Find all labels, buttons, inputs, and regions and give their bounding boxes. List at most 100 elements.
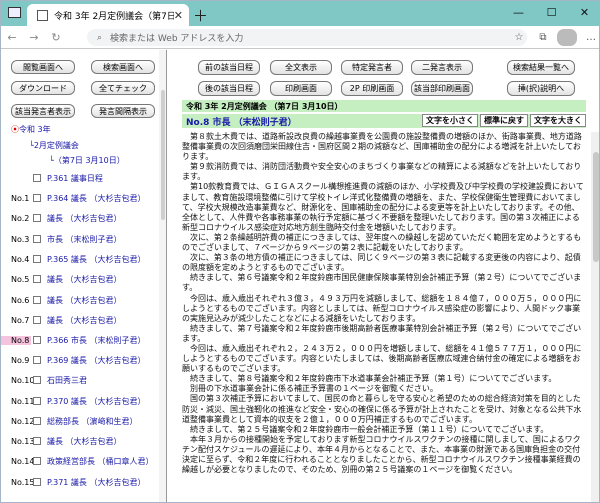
check-all-button[interactable]: 全てチェック: [91, 81, 155, 95]
close-window-icon[interactable]: ✕: [568, 1, 599, 23]
paragraph: 第10款教育費では、ＧＩＧＡスクール構想推進費の減額のほか、小学校費及び中学校費…: [182, 182, 584, 232]
tree-year[interactable]: ⦿ 令和 3年: [11, 124, 51, 135]
new-tab-icon[interactable]: ＋: [193, 5, 208, 26]
next-schedule-button[interactable]: 後の該当日程: [198, 81, 260, 96]
item-checkbox[interactable]: [33, 457, 41, 465]
font-larger-button[interactable]: 文字を大きく: [530, 114, 586, 127]
scroll-thumb[interactable]: [593, 152, 599, 262]
item-checkbox[interactable]: [33, 275, 41, 283]
paragraph: 続きまして、第７号議案令和２年度鈴鹿市後期高齢者医療事業特別会計補正予算（第２号…: [182, 323, 582, 343]
paragraph: 続きまして、第６号議案令和２年度鈴鹿市国民健康保険事業特別会計補正予算（第２号）…: [182, 273, 582, 293]
full-text-button[interactable]: 全文表示: [270, 60, 332, 75]
list-item[interactable]: No.4 P.365 議長 （大杉吉包君）: [1, 249, 166, 269]
collections-icon[interactable]: ⧉: [533, 29, 553, 46]
item-checkbox[interactable]: [33, 336, 41, 344]
forward-icon[interactable]: →: [23, 31, 45, 44]
refresh-icon[interactable]: ↻: [45, 31, 67, 44]
scroll-thumb[interactable]: [161, 90, 165, 220]
item-checkbox[interactable]: [33, 194, 41, 202]
list-item[interactable]: No.11 P.370 議長 （大杉吉包君）: [1, 391, 166, 411]
print-screen-button[interactable]: 印刷画面: [270, 81, 332, 96]
address-placeholder: 検索または Web アドレスを入力: [110, 34, 244, 44]
item-checkbox[interactable]: [33, 316, 41, 324]
minimize-icon[interactable]: —: [502, 1, 535, 23]
item-checkbox[interactable]: [33, 356, 41, 364]
explanation-button[interactable]: 挿(択)説明へ: [507, 81, 575, 96]
back-icon[interactable]: ←: [1, 31, 23, 44]
more-icon[interactable]: …: [581, 29, 599, 46]
tree-session[interactable]: └ 2月定例議会: [29, 140, 79, 151]
main-pane: 前の該当日程 全文表示 特定発言者 二発言表示 検索結果一覧へ 後の該当日程 印…: [168, 50, 599, 502]
paragraph: 続きまして、第２５号議案令和２年度鈴鹿市一般会計補正予算（第１１号）についてでご…: [190, 424, 549, 434]
item-checkbox[interactable]: [33, 397, 41, 405]
maximize-icon[interactable]: ☐: [535, 1, 568, 23]
list-item[interactable]: No.9 P.369 議長 （大杉吉包君）: [1, 350, 166, 370]
tab-strip: 令和 3年 2月定例議会（第7日 3月10日） ✕ ＋ — ☐ ✕: [1, 1, 599, 26]
list-item[interactable]: No.7 議長 （大杉吉包君）: [1, 310, 166, 330]
paragraph: 次に、第３条の地方債の補正につきましては、同じく９ページの第３表に記載する変更後…: [182, 253, 581, 273]
paragraph: 本年３月からの接種開始を予定しております新型コロナウイルスワクチンの接種に関しま…: [182, 434, 581, 475]
search-screen-button[interactable]: 検索画面へ: [91, 60, 155, 74]
two-page-print-button[interactable]: 2P 印刷画面: [341, 81, 403, 96]
list-item[interactable]: No.15 P.371 議長 （大杉吉包君）: [1, 472, 166, 492]
page-favicon-icon: [37, 9, 48, 21]
paragraph: 続きまして、第８号議案令和２年度鈴鹿市下水道事業会計補正予算（第１号）についてで…: [190, 374, 557, 384]
left-scrollbar[interactable]: [159, 50, 166, 502]
font-smaller-button[interactable]: 文字を小さく: [422, 114, 478, 127]
paragraph: 第９款消防費では、消防団活動費や安全安心のまちづくり事業などの精算による減額など…: [182, 162, 582, 182]
tab-title: 令和 3年 2月定例議会（第7日 3月10日）: [54, 11, 174, 22]
tab-close-icon[interactable]: ✕: [174, 9, 183, 22]
list-item[interactable]: No.13 議長 （大杉吉包君）: [1, 431, 166, 451]
main-scrollbar[interactable]: [591, 132, 599, 502]
item-checkbox[interactable]: [33, 376, 41, 384]
paragraph: 今回は、歳入歳出それぞれ２，２４３万２，０００円を増額しまして、総額を４１億５７…: [182, 343, 582, 374]
item-checkbox[interactable]: [33, 214, 41, 222]
left-pane: 閲覧画面へ 検索画面へ ダウンロード 全てチェック 該当発言者表示 発言間隔表示…: [1, 50, 167, 502]
show-speakers-button[interactable]: 該当発言者表示: [11, 104, 75, 118]
search-icon: ⌕: [97, 32, 103, 43]
item-checkbox[interactable]: [33, 174, 41, 182]
speech-interval-button[interactable]: 発言間隔表示: [91, 104, 155, 118]
item-checkbox[interactable]: [33, 417, 41, 425]
speaker-label: No.8 市長 （末松則子君）: [186, 117, 297, 128]
item-checkbox[interactable]: [33, 235, 41, 243]
item-checkbox[interactable]: [33, 296, 41, 304]
list-item[interactable]: P.361 議事日程: [1, 168, 166, 188]
minutes-text: 第８款土木費では、道路新設改良費の繰越事業費を公園費の施設整備費の増額のほか、街…: [182, 132, 586, 502]
list-item[interactable]: No.12 総務部長 （濵﨑和生君）: [1, 411, 166, 431]
list-item[interactable]: No.6 議長 （大杉吉包君）: [1, 290, 166, 310]
address-input[interactable]: ⌕ 検索または Web アドレスを入力: [87, 29, 527, 46]
paragraph: 国の第３次補正予算においてまして、国民の命と暮らしを守る安心と希望のための総合経…: [182, 394, 582, 424]
session-title: 令和 3年 2月定例議会 （第7日 3月10日）: [182, 100, 586, 112]
font-reset-button[interactable]: 標準に戻す: [480, 114, 528, 127]
address-bar: ← → ↻ ⌕ 検索または Web アドレスを入力 ☆ ⧉ …: [1, 26, 599, 49]
list-item-selected[interactable]: No.8 P.366 市長 （末松則子君）: [1, 330, 166, 350]
list-item[interactable]: No.14 政策経営部長 （桶口章人君）: [1, 451, 166, 471]
tree-open-icon: ⦿: [11, 125, 19, 134]
download-button[interactable]: ダウンロード: [11, 81, 75, 95]
paragraph: 別冊の下水道事業会計に係る補正予算書の１ページを御覧ください。: [190, 384, 438, 394]
item-checkbox[interactable]: [33, 437, 41, 445]
speaker-bar: No.8 市長 （末松則子君） 文字を小さく 標準に戻す 文字を大きく: [182, 114, 586, 128]
list-item[interactable]: No.1 P.364 議長 （大杉吉包君）: [1, 188, 166, 208]
tree-day[interactable]: └ （第7日 3月10日）: [49, 155, 125, 166]
item-checkbox[interactable]: [33, 255, 41, 263]
paragraph: 今回は、歳入歳出それぞれ３億３，４９３万円を減額しまして、総額を１８４億７，００…: [182, 293, 582, 323]
view-screen-button[interactable]: 閲覧画面へ: [11, 60, 75, 74]
paragraph: 次に、第２条繰越明許費の補正につきましては、翌年度への繰越しを認めていただく範囲…: [182, 232, 582, 253]
list-item[interactable]: No.3 市長 （末松則子君）: [1, 229, 166, 249]
profile-avatar[interactable]: [557, 29, 577, 46]
tab-actions-icon[interactable]: [8, 7, 21, 18]
browser-tab[interactable]: 令和 3年 2月定例議会（第7日 3月10日） ✕: [27, 4, 189, 26]
section-print-button[interactable]: 該当部印刷画面: [411, 81, 473, 96]
list-item[interactable]: No.2 議長 （大杉吉包君）: [1, 208, 166, 228]
prev-schedule-button[interactable]: 前の該当日程: [198, 60, 260, 75]
two-speech-button[interactable]: 二発言表示: [411, 60, 473, 75]
paragraph: 第８款土木費では、道路新設改良費の繰越事業費を公園費の施設整備費の増額のほか、街…: [182, 132, 582, 162]
search-results-button[interactable]: 検索結果一覧へ: [507, 60, 575, 75]
item-checkbox[interactable]: [33, 478, 41, 486]
favorites-icon[interactable]: ☆: [509, 29, 529, 46]
specific-speaker-button[interactable]: 特定発言者: [341, 60, 403, 75]
list-item[interactable]: No.5 議長 （大杉吉包君）: [1, 269, 166, 289]
list-item[interactable]: No.10 石田秀三君: [1, 370, 166, 390]
